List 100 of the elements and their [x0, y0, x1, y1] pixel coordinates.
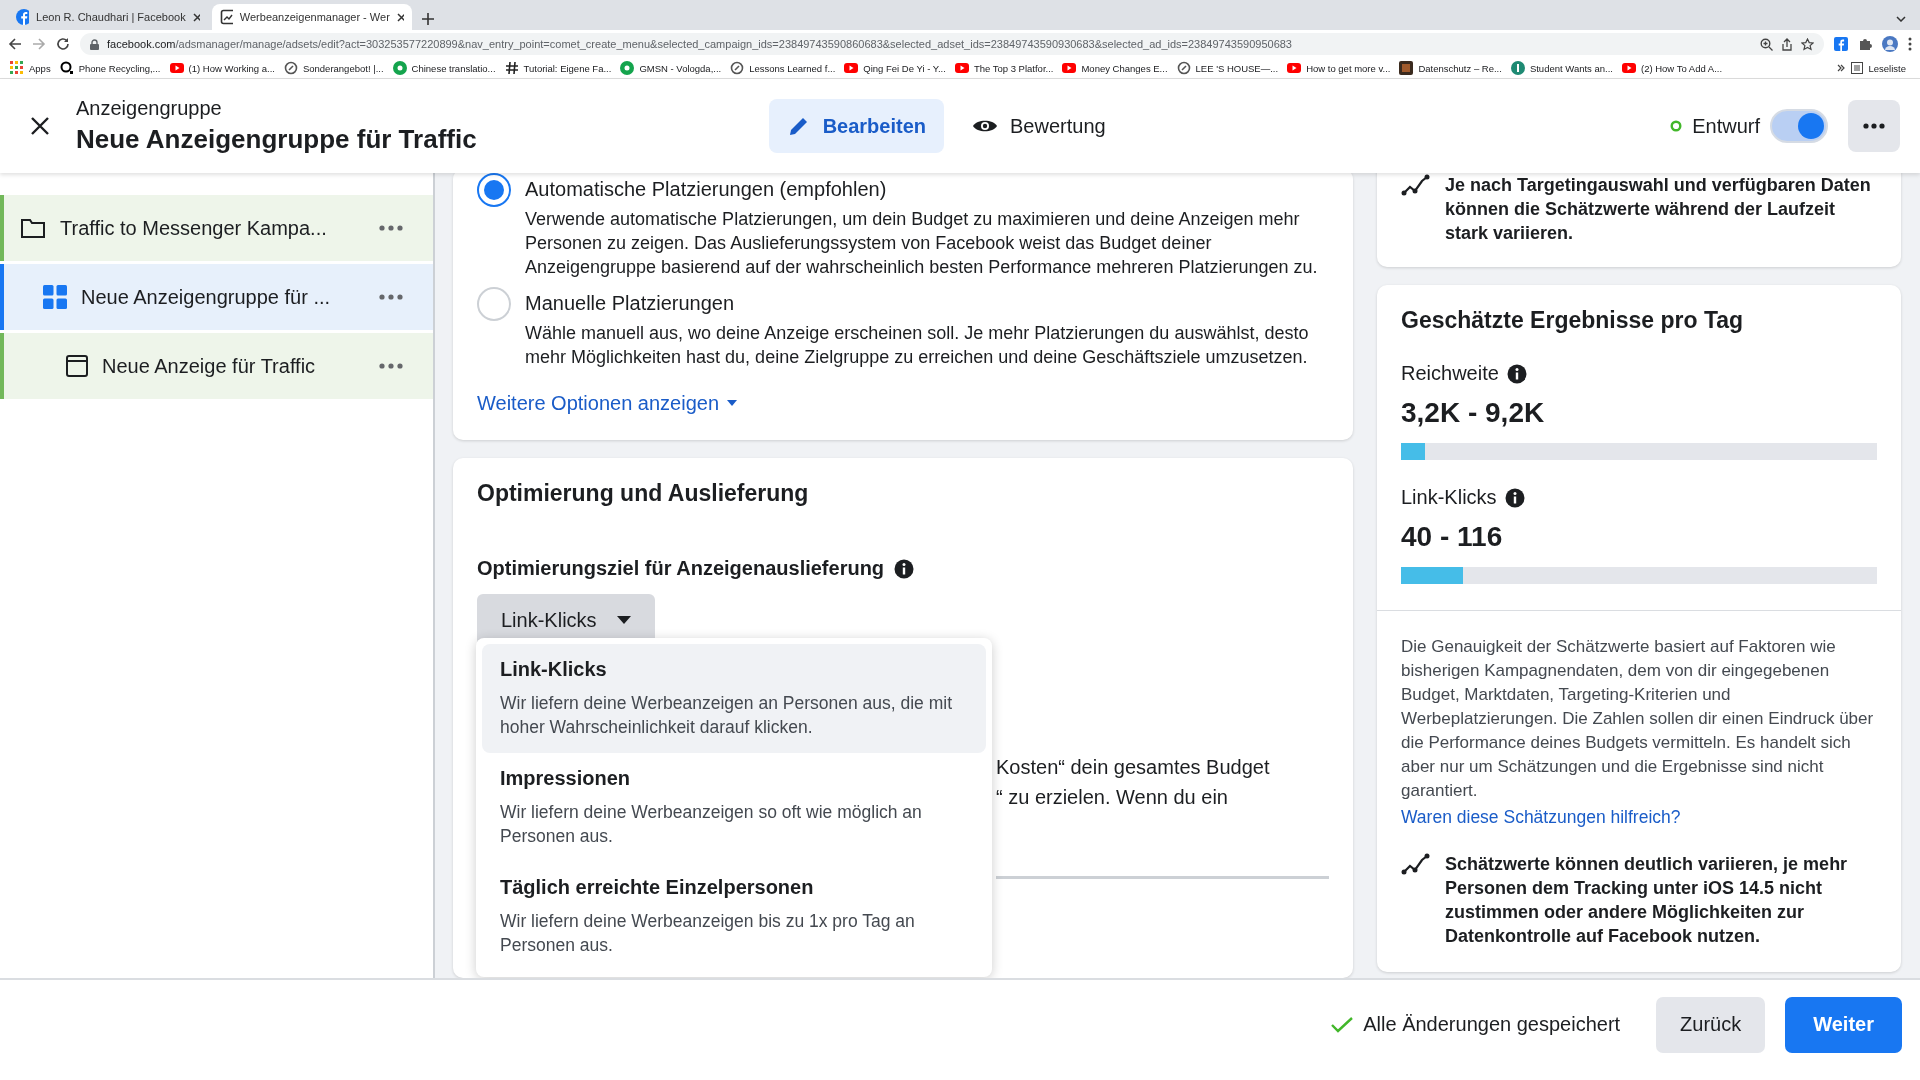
next-button[interactable]: Weiter: [1785, 996, 1902, 1053]
note-text: Schätzwerte können deutlich variieren, je mehr Personen dem Tracking unter iOS 14.5 nicht zustimmen oder andere Möglichkeiten zur Datenkontrolle auf Facebook nutzen.: [1445, 853, 1849, 948]
video-icon: [169, 61, 184, 75]
list-icon: [1850, 62, 1863, 74]
more-icon: [1863, 123, 1885, 129]
more-icon[interactable]: [379, 363, 403, 369]
folder-icon: [20, 217, 46, 239]
bookmark[interactable]: Phone Recycling,...: [59, 61, 161, 75]
lock-icon: [90, 38, 99, 50]
info-icon[interactable]: [1504, 487, 1525, 508]
tree-item[interactable]: Neue Anzeige für Traffic: [0, 333, 433, 399]
more-icon[interactable]: [379, 294, 403, 300]
info-icon[interactable]: [894, 558, 915, 579]
address-bar[interactable]: facebook.com/adsmanager/manage/adsets/edit?act=303253577220899&nav_entry_point=comet_create_menu&selected_campaign_ids=23849743590860683&selected_adset_ids=23849743590930683&selected_ad_ids=23849743590950683: [80, 33, 1824, 55]
menu-option[interactable]: Link-Klicks Wir liefern deine Werbeanzeigen an Personen aus, die mit hoher Wahrscheinlichkeit darauf klicken.: [482, 644, 986, 753]
chevron-icon[interactable]: [1836, 64, 1845, 72]
hash-icon: [504, 61, 519, 75]
menu-option[interactable]: Täglich erreichte Einzelpersonen Wir liefern deine Werbeanzeigen bis zu 1x pro Tag an Personen aus.: [482, 862, 986, 971]
option-description: Verwende automatische Platzierungen, um dein Budget zu maximieren und deine Anzeigen mehr Personen zu zeigen. Das Auslieferungssystem von Facebook weist das Budget deiner Anzeigengruppe basierend auf der wahrscheinlich besten Performance mehreren Platzierungen zu.: [525, 208, 1319, 279]
page-title: Neue Anzeigengruppe für Traffic: [76, 124, 477, 155]
back-icon[interactable]: [8, 37, 22, 51]
video-icon: [1287, 61, 1302, 75]
ring-icon: [730, 61, 745, 75]
bookmark[interactable]: GMSN - Vologda,...: [620, 61, 722, 75]
metric-label: Reichweite: [1401, 362, 1499, 385]
ring-icon: [1176, 61, 1191, 75]
saved-status: Alle Änderungen gespeichert: [1363, 1013, 1621, 1036]
bookmark[interactable]: Sonderangebot! |...: [283, 61, 384, 75]
section-title: Geschätzte Ergebnisse pro Tag: [1401, 307, 1745, 334]
tree-item[interactable]: Neue Anzeigengruppe für ...: [0, 264, 433, 330]
feedback-link[interactable]: Waren diese Schätzungen hilfreich?: [1401, 807, 1681, 828]
status-dot-icon: [1670, 120, 1683, 132]
star-icon[interactable]: [1801, 37, 1814, 51]
metric-value: 3,2K - 9,2K: [1401, 397, 1546, 429]
option-title: Automatische Platzierungen (empfohlen): [525, 177, 888, 201]
bookmark[interactable]: (2) How To Add A...: [1621, 61, 1723, 75]
mode-tab[interactable]: Bewertung: [954, 99, 1124, 153]
metric-label: Link-Klicks: [1401, 486, 1497, 509]
chevron-icon[interactable]: [1896, 16, 1906, 22]
info-icon[interactable]: [1506, 363, 1527, 384]
menu-option[interactable]: Impressionen Wir liefern deine Werbeanzeigen so oft wie möglich an Personen aus.: [482, 753, 986, 862]
check-icon: [1331, 1016, 1354, 1033]
share-icon[interactable]: [1781, 37, 1793, 51]
puzzle-icon[interactable]: [1858, 37, 1872, 51]
bookmark[interactable]: Datenschutz – Re...: [1399, 61, 1502, 75]
radio-button[interactable]: [477, 173, 511, 207]
reload-icon[interactable]: [56, 37, 70, 51]
bookmark[interactable]: Apps: [10, 61, 51, 75]
facebook-icon: [16, 9, 30, 25]
page-subtitle: Anzeigengruppe: [76, 97, 223, 120]
option-description: Wähle manuell aus, wo deine Anzeige erscheinen soll. Je mehr Platzierungen du auswählst, desto mehr Möglichkeiten hast du, deine Zielgruppe zu erreichen und deine Geschäftsziele umzusetzen.: [525, 322, 1310, 369]
browser-tab[interactable]: Werbeanzeigenmanager - Wer: [212, 4, 412, 30]
disclaimer-text: Die Genauigkeit der Schätzwerte basiert auf Faktoren wie bisherigen Kampagnendaten, dem von dir eingegebenen Budget, Marktdaten, Targeting-Kriterien und Werbeplatzierungen. Die Zahlen sollen dir einen Eindruck über die Performance deines Budgets vermitteln. Es handelt sich aber nur um Schätzungen und die Ergebnisse sind nicht garantiert.: [1401, 636, 1875, 802]
bookmark[interactable]: LEE 'S HOUSE—...: [1176, 61, 1279, 75]
new-tab-icon[interactable]: [422, 13, 434, 25]
circle-icon: [392, 61, 407, 75]
video-icon: [1621, 61, 1636, 75]
more-icon[interactable]: [1908, 37, 1912, 51]
caret-icon: [616, 616, 631, 624]
close-icon[interactable]: [192, 12, 200, 22]
bookmark[interactable]: The Top 3 Platfor...: [954, 61, 1054, 75]
video-icon: [954, 61, 969, 75]
bookmark[interactable]: Qing Fei De Yi - Y...: [844, 61, 946, 75]
bookmark[interactable]: Student Wants an...: [1510, 61, 1613, 75]
section-title: Optimierung und Auslieferung: [477, 480, 810, 507]
reading-list-label[interactable]: Leseliste: [1868, 62, 1906, 74]
mode-tab[interactable]: Bearbeiten: [768, 99, 944, 153]
bookmark[interactable]: How to get more v...: [1287, 61, 1391, 75]
bookmark[interactable]: Chinese translatio...: [392, 61, 496, 75]
bookmark[interactable]: Tutorial: Eigene Fa...: [504, 61, 612, 75]
video-icon: [1062, 61, 1077, 75]
apps-icon: [10, 61, 24, 75]
note-text: Je nach Targetingauswahl und verfügbaren Daten können die Schätzwerte während der Laufzeit stark variieren.: [1445, 174, 1872, 245]
ring-icon: [283, 61, 298, 75]
status-label: Entwurf: [1692, 114, 1760, 138]
circle-icon: [1510, 61, 1525, 75]
caret-icon: [727, 400, 737, 406]
close-icon[interactable]: [30, 116, 50, 136]
zoom-icon[interactable]: [1760, 37, 1773, 51]
close-icon[interactable]: [396, 12, 404, 22]
page-icon: [220, 9, 233, 25]
draft-toggle[interactable]: [1770, 109, 1828, 143]
bookmark[interactable]: Money Changes E...: [1062, 61, 1168, 75]
field-label: Optimierungsziel für Anzeigenauslieferung: [477, 557, 885, 580]
square-icon: [1399, 61, 1414, 75]
more-options-link[interactable]: Weitere Optionen anzeigen: [477, 391, 737, 415]
more-button[interactable]: [1848, 100, 1900, 152]
bookmark[interactable]: Lessons Learned f...: [730, 61, 836, 75]
avatar-icon[interactable]: [1882, 36, 1898, 52]
ad-icon: [66, 355, 88, 377]
browser-tab[interactable]: Leon R. Chaudhari | Facebook: [8, 4, 208, 30]
back-button[interactable]: Zurück: [1656, 996, 1766, 1053]
bookmark[interactable]: (1) How Working a...: [169, 61, 275, 75]
option-title: Manuelle Platzierungen: [525, 291, 736, 315]
tree-item[interactable]: Traffic to Messenger Kampa...: [0, 195, 433, 261]
facebook-icon[interactable]: [1834, 37, 1848, 51]
body-text: “ zu erzielen. Wenn du ein: [996, 785, 1229, 810]
more-icon[interactable]: [379, 225, 403, 231]
circle-icon: [59, 61, 74, 75]
metric-value: 40 - 116: [1401, 521, 1504, 553]
